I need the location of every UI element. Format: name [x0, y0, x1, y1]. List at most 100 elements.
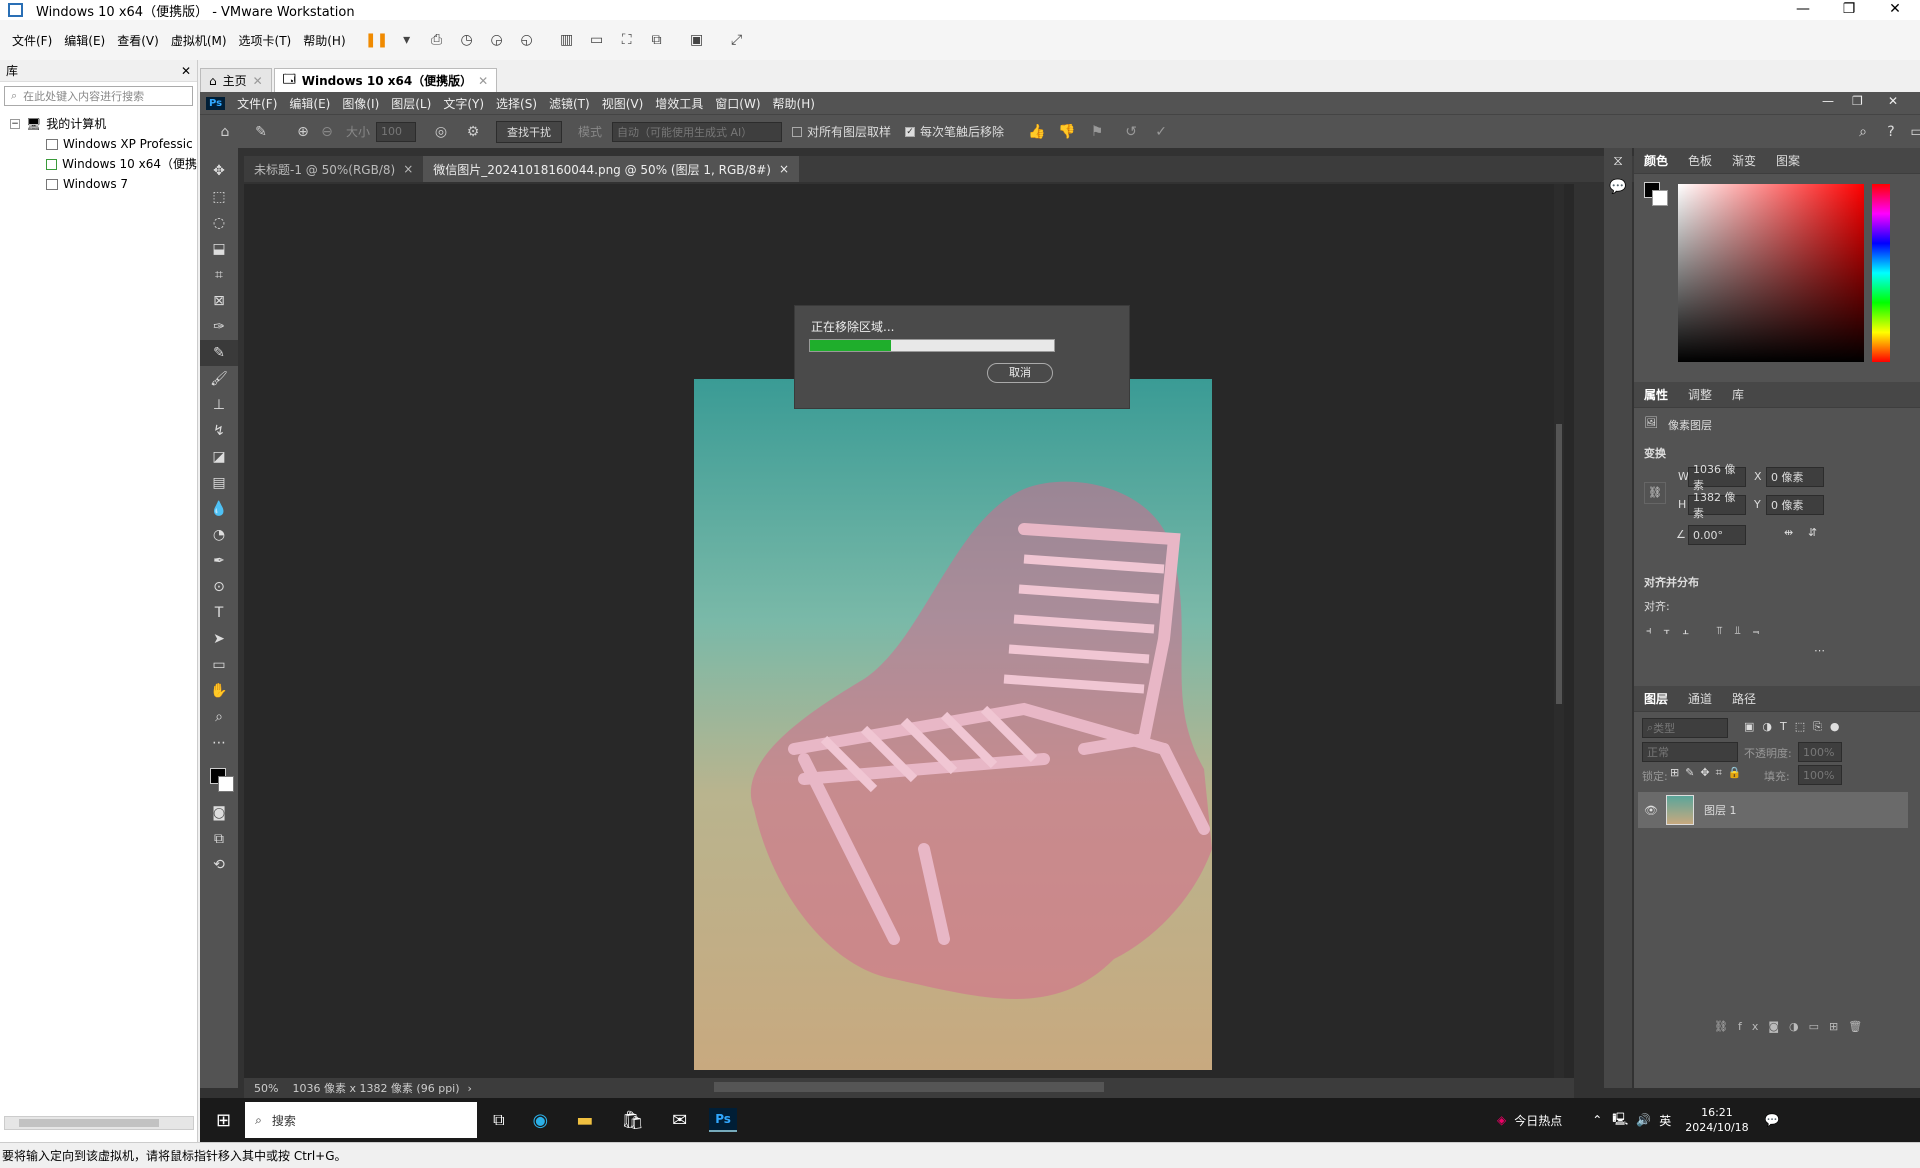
- dodge-tool-icon[interactable]: ◔: [200, 522, 238, 548]
- file-explorer-icon[interactable]: ▬: [576, 1110, 593, 1131]
- send-keys-icon[interactable]: ⎙: [426, 29, 448, 51]
- eyedropper-icon[interactable]: ✑: [200, 314, 238, 340]
- status-arrow-icon[interactable]: ›: [468, 1082, 472, 1095]
- undo-icon[interactable]: ↺: [1120, 121, 1142, 143]
- flag-icon[interactable]: ⚑: [1086, 121, 1108, 143]
- close-tab-icon[interactable]: ✕: [253, 74, 263, 88]
- tree-item[interactable]: Windows 7: [10, 174, 197, 194]
- object-select-icon[interactable]: ⬓: [200, 236, 238, 262]
- visibility-eye-icon[interactable]: 👁: [1644, 804, 1658, 817]
- tab-windows10[interactable]: 🗔 Windows 10 x64（便携版） ✕: [273, 68, 498, 92]
- flip-horizontal-icon[interactable]: ⇹: [1784, 526, 1793, 539]
- align-buttons-icon[interactable]: ⫞⫟⫠ ⫪⫫⫬: [1646, 624, 1771, 638]
- pause-icon[interactable]: ❚❚: [365, 29, 388, 51]
- move-tool-icon[interactable]: ✥: [200, 158, 238, 184]
- store-icon[interactable]: 🛍: [621, 1110, 644, 1131]
- minimize-button[interactable]: —: [1780, 0, 1826, 20]
- restore-button[interactable]: ❐: [1826, 0, 1872, 20]
- subtract-brush-icon[interactable]: ⊖: [316, 121, 338, 143]
- collapse-icon[interactable]: −: [10, 119, 20, 129]
- more-options-icon[interactable]: ⋯: [1814, 644, 1825, 657]
- network-icon[interactable]: 🖳: [1612, 1110, 1628, 1131]
- ps-close-icon[interactable]: ✕: [1888, 94, 1898, 108]
- document-canvas[interactable]: 正在移除区域... 取消: [244, 184, 1574, 1078]
- search-icon[interactable]: ⌕: [1852, 121, 1874, 143]
- scrollbar-thumb[interactable]: [19, 1119, 159, 1127]
- help-icon[interactable]: ?: [1880, 121, 1902, 143]
- type-tool-icon[interactable]: T: [200, 600, 238, 626]
- mode-select[interactable]: 自动（可能使用生成式 AI）: [612, 121, 783, 142]
- gradient-icon[interactable]: ▤: [200, 470, 238, 496]
- layer-actions-icons[interactable]: ⛓fx◙◑▭⊞🗑: [1714, 1020, 1872, 1033]
- beach-chair-photo[interactable]: [694, 379, 1212, 1070]
- remove-tool-icon[interactable]: ✎: [250, 121, 272, 143]
- rectangle-tool-icon[interactable]: ▭: [200, 652, 238, 678]
- remove-tool-icon[interactable]: ✎: [200, 340, 238, 366]
- lasso-tool-icon[interactable]: ◌: [200, 210, 238, 236]
- screen-mode-icon[interactable]: ⧉: [200, 826, 238, 852]
- thumbs-down-icon[interactable]: 👎: [1056, 121, 1078, 143]
- thumbs-up-icon[interactable]: 👍: [1026, 121, 1048, 143]
- tray-chevron-icon[interactable]: ⌃: [1592, 1113, 1602, 1127]
- menu-help[interactable]: 帮助(H): [303, 32, 345, 49]
- history-panel-icon[interactable]: ⧖: [1604, 148, 1632, 174]
- start-icon[interactable]: ⊞: [216, 1110, 231, 1131]
- menu-view[interactable]: 查看(V): [117, 32, 159, 49]
- hand-tool-icon[interactable]: ✋: [200, 678, 238, 704]
- edit-toolbar-icon[interactable]: ⟲: [200, 852, 238, 878]
- comments-panel-icon[interactable]: 💬: [1604, 174, 1632, 200]
- sample-all-checkbox[interactable]: [792, 126, 803, 137]
- height-field[interactable]: 1382 像素: [1688, 491, 1746, 520]
- ps-menu-type[interactable]: 文字(Y): [443, 95, 484, 112]
- menu-edit[interactable]: 编辑(E): [64, 32, 105, 49]
- zoom-tool-icon[interactable]: ⌕: [200, 704, 238, 730]
- ime-indicator[interactable]: 英: [1659, 1112, 1671, 1129]
- tab-color[interactable]: 颜色: [1634, 152, 1678, 169]
- angle-field[interactable]: 0.00°: [1688, 525, 1746, 545]
- history-brush-icon[interactable]: ↯: [200, 418, 238, 444]
- menu-file[interactable]: 文件(F): [12, 32, 52, 49]
- close-doc-icon[interactable]: ×: [779, 162, 789, 176]
- blend-mode-select[interactable]: 正常: [1642, 742, 1738, 762]
- ps-menu-select[interactable]: 选择(S): [496, 95, 537, 112]
- mail-icon[interactable]: ✉: [672, 1110, 687, 1131]
- ps-menu-view[interactable]: 视图(V): [602, 95, 644, 112]
- snapshot-icon[interactable]: ◷: [456, 29, 478, 51]
- quick-mask-icon[interactable]: ◙: [200, 800, 238, 826]
- add-brush-icon[interactable]: ⊕: [292, 121, 314, 143]
- menu-tabs[interactable]: 选项卡(T): [239, 32, 292, 49]
- eraser-icon[interactable]: ◪: [200, 444, 238, 470]
- tree-item[interactable]: Windows XP Professic: [10, 134, 197, 154]
- tab-home[interactable]: ⌂ 主页 ✕: [200, 68, 272, 92]
- x-field[interactable]: 0 像素: [1766, 467, 1824, 487]
- hue-slider[interactable]: [1872, 184, 1890, 362]
- sidebar-toggle-icon[interactable]: ▥: [556, 29, 578, 51]
- layer-name[interactable]: 图层 1: [1704, 802, 1737, 818]
- gear-icon[interactable]: ⚙: [462, 121, 484, 143]
- clock[interactable]: 16:21 2024/10/18: [1685, 1105, 1748, 1135]
- ps-menu-help[interactable]: 帮助(H): [773, 95, 815, 112]
- library-search-input[interactable]: ⌕ 在此处键入内容进行搜索: [4, 86, 193, 106]
- close-window-button[interactable]: ✕: [1872, 0, 1918, 20]
- edge-icon[interactable]: ◉: [533, 1110, 549, 1131]
- ps-restore-icon[interactable]: ❐: [1852, 94, 1863, 108]
- ps-menu-file[interactable]: 文件(F): [237, 95, 277, 112]
- cancel-button[interactable]: 取消: [987, 363, 1053, 383]
- tab-properties[interactable]: 属性: [1634, 386, 1678, 403]
- crop-tool-icon[interactable]: ⌗: [200, 262, 238, 288]
- close-doc-icon[interactable]: ×: [403, 162, 413, 176]
- bg-swatch[interactable]: [1652, 190, 1668, 206]
- close-library-icon[interactable]: ✕: [181, 64, 191, 78]
- find-distractions-button[interactable]: 查找干扰: [496, 120, 563, 143]
- brush-tool-icon[interactable]: 🖌: [200, 366, 238, 392]
- ps-menu-image[interactable]: 图像(I): [342, 95, 379, 112]
- link-icon[interactable]: ⛓: [1644, 482, 1666, 504]
- blur-tool-icon[interactable]: 💧: [200, 496, 238, 522]
- vertical-scrollbar[interactable]: [1554, 184, 1564, 1078]
- menu-vm[interactable]: 虚拟机(M): [171, 32, 227, 49]
- zoom-level[interactable]: 50%: [254, 1082, 278, 1095]
- dropdown-arrow-icon[interactable]: ▾: [396, 29, 418, 51]
- flip-vertical-icon[interactable]: ⇵: [1808, 526, 1817, 539]
- news-icon[interactable]: ◈: [1497, 1113, 1506, 1127]
- horizontal-scrollbar[interactable]: [714, 1082, 1104, 1092]
